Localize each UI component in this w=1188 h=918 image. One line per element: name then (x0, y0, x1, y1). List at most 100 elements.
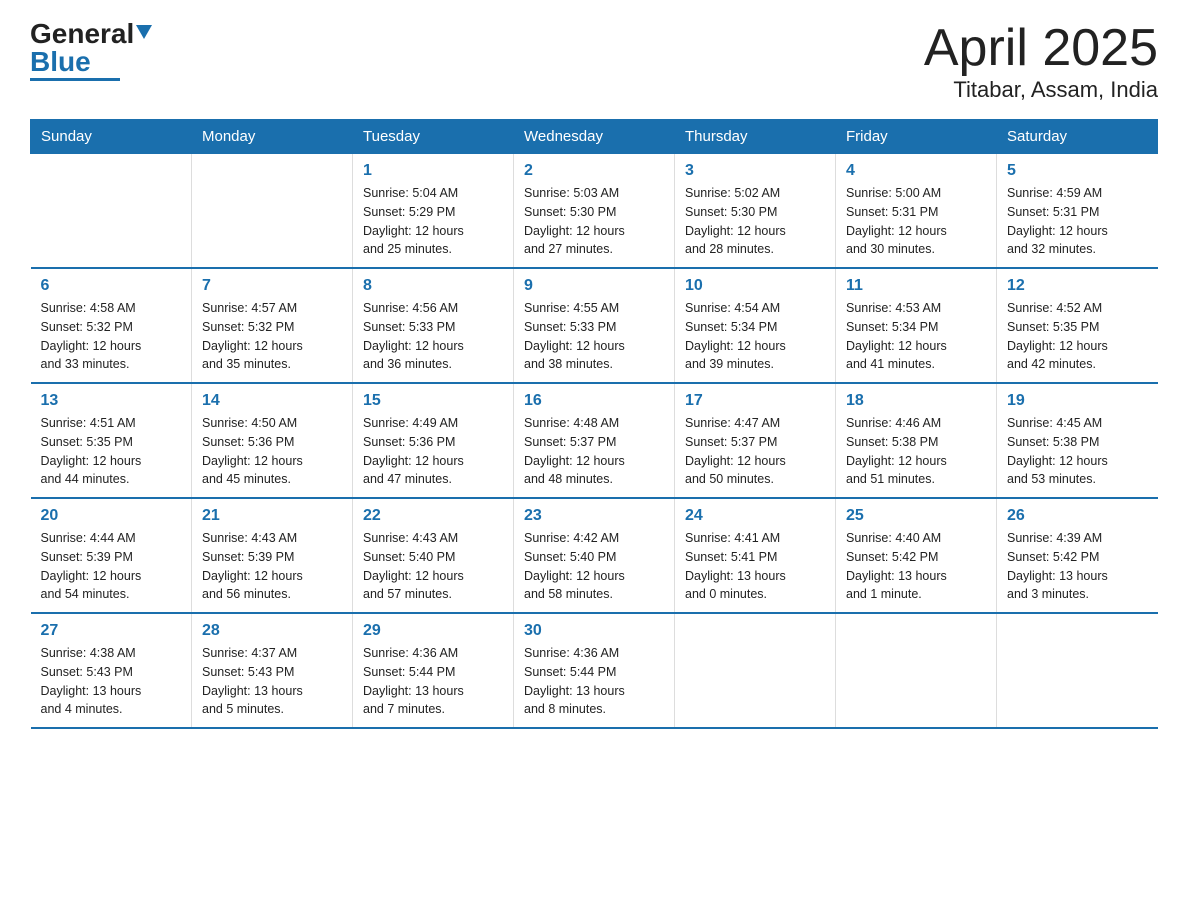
calendar-cell: 29 Sunrise: 4:36 AM Sunset: 5:44 PM Dayli… (353, 613, 514, 728)
day-info: Sunrise: 4:38 AM Sunset: 5:43 PM Dayligh… (41, 644, 182, 719)
week-row-4: 20 Sunrise: 4:44 AM Sunset: 5:39 PM Dayli… (31, 498, 1158, 613)
weekday-header-row: SundayMondayTuesdayWednesdayThursdayFrid… (31, 120, 1158, 154)
day-number: 7 (202, 277, 342, 295)
day-number: 27 (41, 622, 182, 640)
calendar-cell: 7 Sunrise: 4:57 AM Sunset: 5:32 PM Daylig… (192, 268, 353, 383)
day-number: 26 (1007, 507, 1148, 525)
logo-text: GeneralBlue (30, 20, 152, 76)
day-info: Sunrise: 4:37 AM Sunset: 5:43 PM Dayligh… (202, 644, 342, 719)
weekday-header-friday: Friday (836, 120, 997, 154)
weekday-header-monday: Monday (192, 120, 353, 154)
day-number: 15 (363, 392, 503, 410)
calendar-cell: 6 Sunrise: 4:58 AM Sunset: 5:32 PM Daylig… (31, 268, 192, 383)
logo-triangle-icon (136, 25, 152, 39)
day-number: 20 (41, 507, 182, 525)
calendar-cell (675, 613, 836, 728)
day-info: Sunrise: 5:03 AM Sunset: 5:30 PM Dayligh… (524, 184, 664, 259)
day-number: 22 (363, 507, 503, 525)
day-info: Sunrise: 4:59 AM Sunset: 5:31 PM Dayligh… (1007, 184, 1148, 259)
weekday-header-sunday: Sunday (31, 120, 192, 154)
day-info: Sunrise: 4:51 AM Sunset: 5:35 PM Dayligh… (41, 414, 182, 489)
calendar-cell: 12 Sunrise: 4:52 AM Sunset: 5:35 PM Dayli… (997, 268, 1158, 383)
calendar-cell: 5 Sunrise: 4:59 AM Sunset: 5:31 PM Daylig… (997, 154, 1158, 269)
calendar-cell: 27 Sunrise: 4:38 AM Sunset: 5:43 PM Dayli… (31, 613, 192, 728)
location-title: Titabar, Assam, India (924, 77, 1158, 103)
day-number: 3 (685, 162, 825, 180)
day-info: Sunrise: 5:02 AM Sunset: 5:30 PM Dayligh… (685, 184, 825, 259)
day-info: Sunrise: 4:50 AM Sunset: 5:36 PM Dayligh… (202, 414, 342, 489)
day-number: 13 (41, 392, 182, 410)
week-row-1: 1 Sunrise: 5:04 AM Sunset: 5:29 PM Daylig… (31, 154, 1158, 269)
day-info: Sunrise: 4:58 AM Sunset: 5:32 PM Dayligh… (41, 299, 182, 374)
day-info: Sunrise: 4:44 AM Sunset: 5:39 PM Dayligh… (41, 529, 182, 604)
day-number: 23 (524, 507, 664, 525)
day-number: 2 (524, 162, 664, 180)
calendar-header: SundayMondayTuesdayWednesdayThursdayFrid… (31, 120, 1158, 154)
day-number: 1 (363, 162, 503, 180)
calendar-cell: 17 Sunrise: 4:47 AM Sunset: 5:37 PM Dayli… (675, 383, 836, 498)
day-info: Sunrise: 4:47 AM Sunset: 5:37 PM Dayligh… (685, 414, 825, 489)
calendar-body: 1 Sunrise: 5:04 AM Sunset: 5:29 PM Daylig… (31, 154, 1158, 729)
day-info: Sunrise: 4:36 AM Sunset: 5:44 PM Dayligh… (524, 644, 664, 719)
calendar-cell (997, 613, 1158, 728)
calendar-cell: 19 Sunrise: 4:45 AM Sunset: 5:38 PM Dayli… (997, 383, 1158, 498)
calendar-cell: 16 Sunrise: 4:48 AM Sunset: 5:37 PM Dayli… (514, 383, 675, 498)
day-info: Sunrise: 4:46 AM Sunset: 5:38 PM Dayligh… (846, 414, 986, 489)
day-number: 8 (363, 277, 503, 295)
day-number: 6 (41, 277, 182, 295)
calendar-cell: 24Sunrise: 4:41 AM Sunset: 5:41 PM Dayli… (675, 498, 836, 613)
calendar-cell: 1 Sunrise: 5:04 AM Sunset: 5:29 PM Daylig… (353, 154, 514, 269)
day-info: Sunrise: 4:41 AM Sunset: 5:41 PM Dayligh… (685, 529, 825, 604)
weekday-header-thursday: Thursday (675, 120, 836, 154)
calendar-cell: 10 Sunrise: 4:54 AM Sunset: 5:34 PM Dayli… (675, 268, 836, 383)
calendar-cell: 18Sunrise: 4:46 AM Sunset: 5:38 PM Dayli… (836, 383, 997, 498)
calendar-cell: 3 Sunrise: 5:02 AM Sunset: 5:30 PM Daylig… (675, 154, 836, 269)
day-info: Sunrise: 4:52 AM Sunset: 5:35 PM Dayligh… (1007, 299, 1148, 374)
day-info: Sunrise: 4:36 AM Sunset: 5:44 PM Dayligh… (363, 644, 503, 719)
day-info: Sunrise: 4:57 AM Sunset: 5:32 PM Dayligh… (202, 299, 342, 374)
day-info: Sunrise: 4:53 AM Sunset: 5:34 PM Dayligh… (846, 299, 986, 374)
calendar-cell (31, 154, 192, 269)
calendar-cell: 14 Sunrise: 4:50 AM Sunset: 5:36 PM Dayli… (192, 383, 353, 498)
day-info: Sunrise: 4:39 AM Sunset: 5:42 PM Dayligh… (1007, 529, 1148, 604)
day-info: Sunrise: 4:48 AM Sunset: 5:37 PM Dayligh… (524, 414, 664, 489)
day-number: 30 (524, 622, 664, 640)
day-info: Sunrise: 4:49 AM Sunset: 5:36 PM Dayligh… (363, 414, 503, 489)
calendar-cell: 15 Sunrise: 4:49 AM Sunset: 5:36 PM Dayli… (353, 383, 514, 498)
day-number: 5 (1007, 162, 1148, 180)
day-number: 16 (524, 392, 664, 410)
calendar-cell: 20 Sunrise: 4:44 AM Sunset: 5:39 PM Dayli… (31, 498, 192, 613)
title-area: April 2025 Titabar, Assam, India (924, 20, 1158, 103)
day-info: Sunrise: 4:45 AM Sunset: 5:38 PM Dayligh… (1007, 414, 1148, 489)
weekday-header-saturday: Saturday (997, 120, 1158, 154)
day-number: 4 (846, 162, 986, 180)
calendar-cell (192, 154, 353, 269)
day-number: 10 (685, 277, 825, 295)
day-number: 21 (202, 507, 342, 525)
day-number: 14 (202, 392, 342, 410)
calendar-cell: 11 Sunrise: 4:53 AM Sunset: 5:34 PM Dayli… (836, 268, 997, 383)
day-number: 11 (846, 277, 986, 295)
calendar-cell: 22Sunrise: 4:43 AM Sunset: 5:40 PM Dayli… (353, 498, 514, 613)
day-number: 29 (363, 622, 503, 640)
month-title: April 2025 (924, 20, 1158, 77)
page-header: GeneralBlue April 2025 Titabar, Assam, I… (30, 20, 1158, 103)
day-number: 9 (524, 277, 664, 295)
day-info: Sunrise: 4:54 AM Sunset: 5:34 PM Dayligh… (685, 299, 825, 374)
calendar-cell: 4Sunrise: 5:00 AM Sunset: 5:31 PM Daylig… (836, 154, 997, 269)
calendar-cell: 8Sunrise: 4:56 AM Sunset: 5:33 PM Daylig… (353, 268, 514, 383)
week-row-5: 27 Sunrise: 4:38 AM Sunset: 5:43 PM Dayli… (31, 613, 1158, 728)
calendar-cell: 9Sunrise: 4:55 AM Sunset: 5:33 PM Daylig… (514, 268, 675, 383)
day-info: Sunrise: 4:40 AM Sunset: 5:42 PM Dayligh… (846, 529, 986, 604)
week-row-2: 6 Sunrise: 4:58 AM Sunset: 5:32 PM Daylig… (31, 268, 1158, 383)
calendar-cell: 23 Sunrise: 4:42 AM Sunset: 5:40 PM Dayli… (514, 498, 675, 613)
day-number: 12 (1007, 277, 1148, 295)
day-info: Sunrise: 5:04 AM Sunset: 5:29 PM Dayligh… (363, 184, 503, 259)
logo: GeneralBlue (30, 20, 152, 81)
day-number: 19 (1007, 392, 1148, 410)
logo-underline (30, 78, 120, 81)
calendar-table: SundayMondayTuesdayWednesdayThursdayFrid… (30, 119, 1158, 729)
week-row-3: 13 Sunrise: 4:51 AM Sunset: 5:35 PM Dayli… (31, 383, 1158, 498)
day-info: Sunrise: 4:42 AM Sunset: 5:40 PM Dayligh… (524, 529, 664, 604)
day-number: 17 (685, 392, 825, 410)
